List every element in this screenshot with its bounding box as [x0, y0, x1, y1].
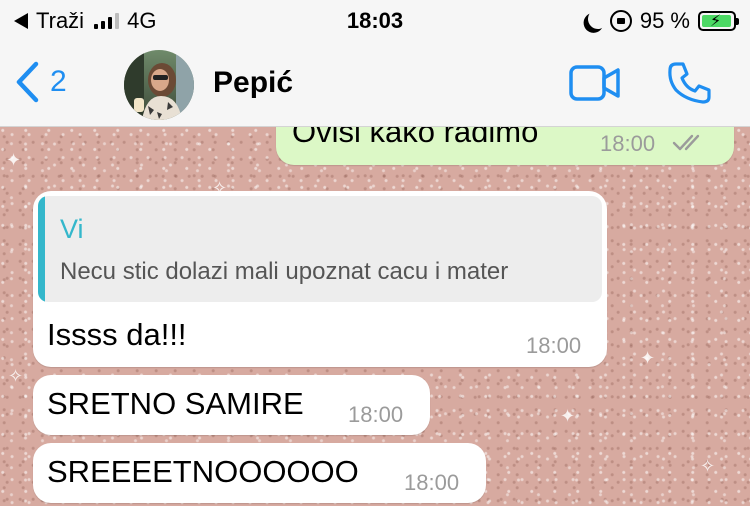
video-call-button[interactable]: [568, 64, 622, 107]
message-text: SREEEETNOOOOOO: [47, 454, 359, 489]
contact-name[interactable]: Pepić: [213, 66, 293, 100]
quote-accent-bar: [38, 196, 45, 302]
sparkle: ✧: [700, 456, 716, 476]
message-text: SRETNO SAMIRE: [47, 386, 304, 421]
battery-percent: 95 %: [639, 8, 690, 33]
message-time: 18:00: [404, 470, 460, 495]
message-time: 18:00: [600, 131, 656, 156]
message-bubble-incoming[interactable]: SRETNO SAMIRE 18:00: [33, 375, 430, 435]
message-text: Ovisi kako radimo: [292, 127, 539, 149]
video-call-icon: [569, 65, 620, 101]
double-check-icon: [672, 134, 700, 151]
avatar[interactable]: [124, 50, 194, 120]
quoted-message[interactable]: Vi Necu stic dolazi mali upoznat cacu i …: [38, 196, 602, 302]
chevron-left-icon: [16, 61, 39, 103]
status-right: 95 % ⚡: [582, 7, 739, 34]
quote-text: Necu stic dolazi mali upoznat cacu i mat…: [60, 258, 509, 285]
message-bubble-incoming[interactable]: SREEEETNOOOOOO 18:00: [33, 443, 486, 503]
message-bubble-outgoing[interactable]: Ovisi kako radimo 18:00: [276, 127, 734, 165]
moon-icon: [586, 7, 609, 30]
phone-icon: [668, 62, 711, 104]
status-bar: Traži 4G 18:03 95 % ⚡: [0, 0, 750, 42]
sparkle: ✧: [8, 366, 24, 386]
voice-call-button[interactable]: [666, 60, 712, 111]
message-text: Issss da!!!: [47, 317, 187, 352]
sparkle: ✦: [6, 150, 22, 170]
rotation-lock-icon: [609, 10, 632, 32]
battery-charging-icon: ⚡: [698, 11, 739, 31]
sparkle: ✦: [560, 406, 576, 426]
sparkle: ✦: [640, 348, 656, 368]
message-time: 18:00: [348, 402, 404, 427]
back-button[interactable]: 2: [14, 60, 67, 104]
message-bubble-incoming[interactable]: Vi Necu stic dolazi mali upoznat cacu i …: [33, 191, 607, 367]
message-time: 18:00: [526, 333, 582, 358]
back-count: 2: [50, 65, 67, 98]
chat-header: 2 Pepić: [0, 42, 750, 127]
chat-area[interactable]: ✦ ✧ ✦ ✧ ✦ ✧ Ovisi kako radimo 18:00 Vi N…: [0, 127, 750, 506]
quote-author: Vi: [60, 214, 84, 244]
